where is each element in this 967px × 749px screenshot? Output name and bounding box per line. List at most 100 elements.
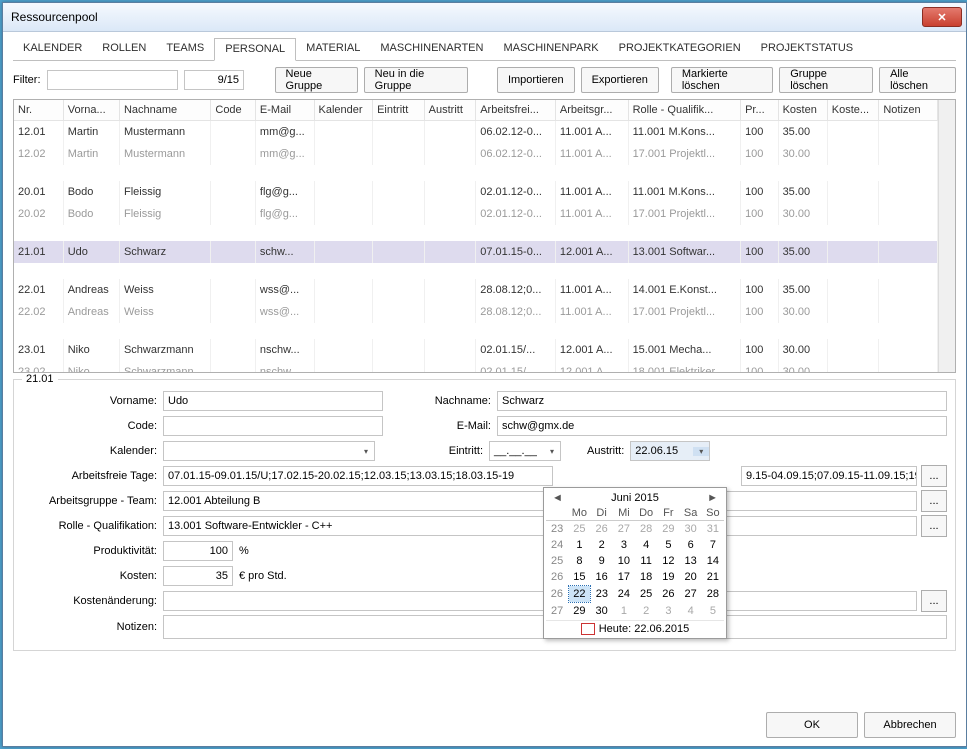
- calendar-day[interactable]: 15: [568, 569, 590, 586]
- column-header[interactable]: Austritt: [424, 100, 476, 121]
- calendar-day[interactable]: 29: [657, 521, 679, 538]
- exportieren-button[interactable]: Exportieren: [581, 67, 659, 93]
- column-header[interactable]: Notizen: [879, 100, 938, 121]
- column-header[interactable]: Code: [211, 100, 256, 121]
- column-header[interactable]: Arbeitsgr...: [555, 100, 628, 121]
- tab-personal[interactable]: PERSONAL: [214, 38, 296, 61]
- calendar-day[interactable]: 4: [680, 603, 702, 620]
- column-header[interactable]: Arbeitsfrei...: [476, 100, 556, 121]
- calendar-day[interactable]: 17: [613, 569, 635, 586]
- kalender-select[interactable]: ▾: [163, 441, 375, 461]
- column-header[interactable]: E-Mail: [255, 100, 314, 121]
- calendar-day[interactable]: 22: [568, 586, 590, 603]
- austritt-date[interactable]: 22.06.15▾: [630, 441, 710, 461]
- calendar-day[interactable]: 5: [702, 603, 724, 620]
- calendar-day[interactable]: 27: [613, 521, 635, 538]
- calendar-day[interactable]: 31: [702, 521, 724, 538]
- calendar-day[interactable]: 2: [591, 537, 613, 553]
- tab-projektstatus[interactable]: PROJEKTSTATUS: [751, 38, 864, 60]
- column-header[interactable]: Rolle - Qualifik...: [628, 100, 741, 121]
- calendar-day[interactable]: 4: [635, 537, 657, 553]
- team-input[interactable]: 12.001 Abteilung B: [163, 491, 917, 511]
- column-header[interactable]: Nachname: [119, 100, 210, 121]
- tab-kalender[interactable]: KALENDER: [13, 38, 92, 60]
- calendar-day[interactable]: 8: [568, 553, 590, 569]
- calendar-day[interactable]: 10: [613, 553, 635, 569]
- calendar-day[interactable]: 5: [657, 537, 679, 553]
- calendar-day[interactable]: 12: [657, 553, 679, 569]
- table-row[interactable]: 12.01MartinMustermannmm@g...06.02.12-0..…: [14, 121, 938, 144]
- column-header[interactable]: Eintritt: [373, 100, 425, 121]
- tab-maschinenpark[interactable]: MASCHINENPARK: [493, 38, 608, 60]
- rolle-input[interactable]: 13.001 Software-Entwickler - C++: [163, 516, 917, 536]
- calendar-day[interactable]: 1: [613, 603, 635, 620]
- calendar-day[interactable]: 26: [657, 586, 679, 603]
- calendar-day[interactable]: 19: [657, 569, 679, 586]
- calendar-day[interactable]: 20: [680, 569, 702, 586]
- column-header[interactable]: Nr.: [14, 100, 63, 121]
- calendar-day[interactable]: 18: [635, 569, 657, 586]
- calendar-day[interactable]: 9: [591, 553, 613, 569]
- neu-in-gruppe-button[interactable]: Neu in die Gruppe: [364, 67, 469, 93]
- prod-input[interactable]: 100: [163, 541, 233, 561]
- calendar-day[interactable]: 28: [702, 586, 724, 603]
- arbfrei-ellipsis-button[interactable]: ...: [921, 465, 947, 487]
- kostenaend-ellipsis-button[interactable]: ...: [921, 590, 947, 612]
- scrollbar[interactable]: [938, 100, 955, 372]
- filter-input[interactable]: [47, 70, 179, 90]
- kostenaend-input[interactable]: [163, 591, 917, 611]
- table-row[interactable]: 22.01AndreasWeisswss@...28.08.12;0...11.…: [14, 279, 938, 301]
- tab-rollen[interactable]: ROLLEN: [92, 38, 156, 60]
- calendar-today-label[interactable]: Heute: 22.06.2015: [599, 623, 690, 635]
- calendar-day[interactable]: 28: [635, 521, 657, 538]
- calendar-day[interactable]: 7: [702, 537, 724, 553]
- close-icon[interactable]: ✕: [922, 7, 962, 27]
- email-input[interactable]: schw@gmx.de: [497, 416, 947, 436]
- column-header[interactable]: Vorna...: [63, 100, 119, 121]
- table-row[interactable]: 21.01UdoSchwarzschw...07.01.15-0...12.00…: [14, 241, 938, 263]
- calendar-day[interactable]: 2: [635, 603, 657, 620]
- calendar-day[interactable]: 16: [591, 569, 613, 586]
- calendar-day[interactable]: 14: [702, 553, 724, 569]
- column-header[interactable]: Kalender: [314, 100, 373, 121]
- calendar-day[interactable]: 6: [680, 537, 702, 553]
- column-header[interactable]: Koste...: [827, 100, 879, 121]
- table-row[interactable]: 22.02AndreasWeisswss@...28.08.12;0...11.…: [14, 301, 938, 323]
- calendar-day[interactable]: 27: [680, 586, 702, 603]
- eintritt-date[interactable]: __.__.__▾: [489, 441, 561, 461]
- data-grid[interactable]: Nr.Vorna...NachnameCodeE-MailKalenderEin…: [13, 99, 956, 373]
- rolle-ellipsis-button[interactable]: ...: [921, 515, 947, 537]
- calendar-day[interactable]: 26: [591, 521, 613, 538]
- vorname-input[interactable]: Udo: [163, 391, 383, 411]
- calendar-day[interactable]: 29: [568, 603, 590, 620]
- column-header[interactable]: Pr...: [741, 100, 779, 121]
- alle-loeschen-button[interactable]: Alle löschen: [879, 67, 956, 93]
- calendar-day[interactable]: 3: [657, 603, 679, 620]
- markierte-loeschen-button[interactable]: Markierte löschen: [671, 67, 773, 93]
- calendar-day[interactable]: 25: [568, 521, 590, 538]
- calendar-day[interactable]: 24: [613, 586, 635, 603]
- calendar-day[interactable]: 11: [635, 553, 657, 569]
- code-input[interactable]: [163, 416, 383, 436]
- calendar-day[interactable]: 30: [591, 603, 613, 620]
- importieren-button[interactable]: Importieren: [497, 67, 575, 93]
- ok-button[interactable]: OK: [766, 712, 858, 738]
- calendar-day[interactable]: 30: [680, 521, 702, 538]
- team-ellipsis-button[interactable]: ...: [921, 490, 947, 512]
- nachname-input[interactable]: Schwarz: [497, 391, 947, 411]
- column-header[interactable]: Kosten: [778, 100, 827, 121]
- gruppe-loeschen-button[interactable]: Gruppe löschen: [779, 67, 873, 93]
- table-row[interactable]: 23.02NikoSchwarzmannnschw...02.01.15/...…: [14, 361, 938, 372]
- calendar-day[interactable]: 25: [635, 586, 657, 603]
- table-row[interactable]: 20.01BodoFleissigflg@g...02.01.12-0...11…: [14, 181, 938, 203]
- calendar-day[interactable]: 13: [680, 553, 702, 569]
- calendar-prev-icon[interactable]: ◄: [548, 492, 567, 504]
- calendar-day[interactable]: 1: [568, 537, 590, 553]
- arbfrei-input-right[interactable]: 9.15-04.09.15;07.09.15-11.09.15;19.11.15…: [741, 466, 917, 486]
- calendar-day[interactable]: 23: [591, 586, 613, 603]
- tab-maschinenarten[interactable]: MASCHINENARTEN: [370, 38, 493, 60]
- table-row[interactable]: 12.02MartinMustermannmm@g...06.02.12-0..…: [14, 143, 938, 165]
- neue-gruppe-button[interactable]: Neue Gruppe: [275, 67, 358, 93]
- tab-teams[interactable]: TEAMS: [156, 38, 214, 60]
- arbfrei-input-left[interactable]: 07.01.15-09.01.15/U;17.02.15-20.02.15;12…: [163, 466, 553, 486]
